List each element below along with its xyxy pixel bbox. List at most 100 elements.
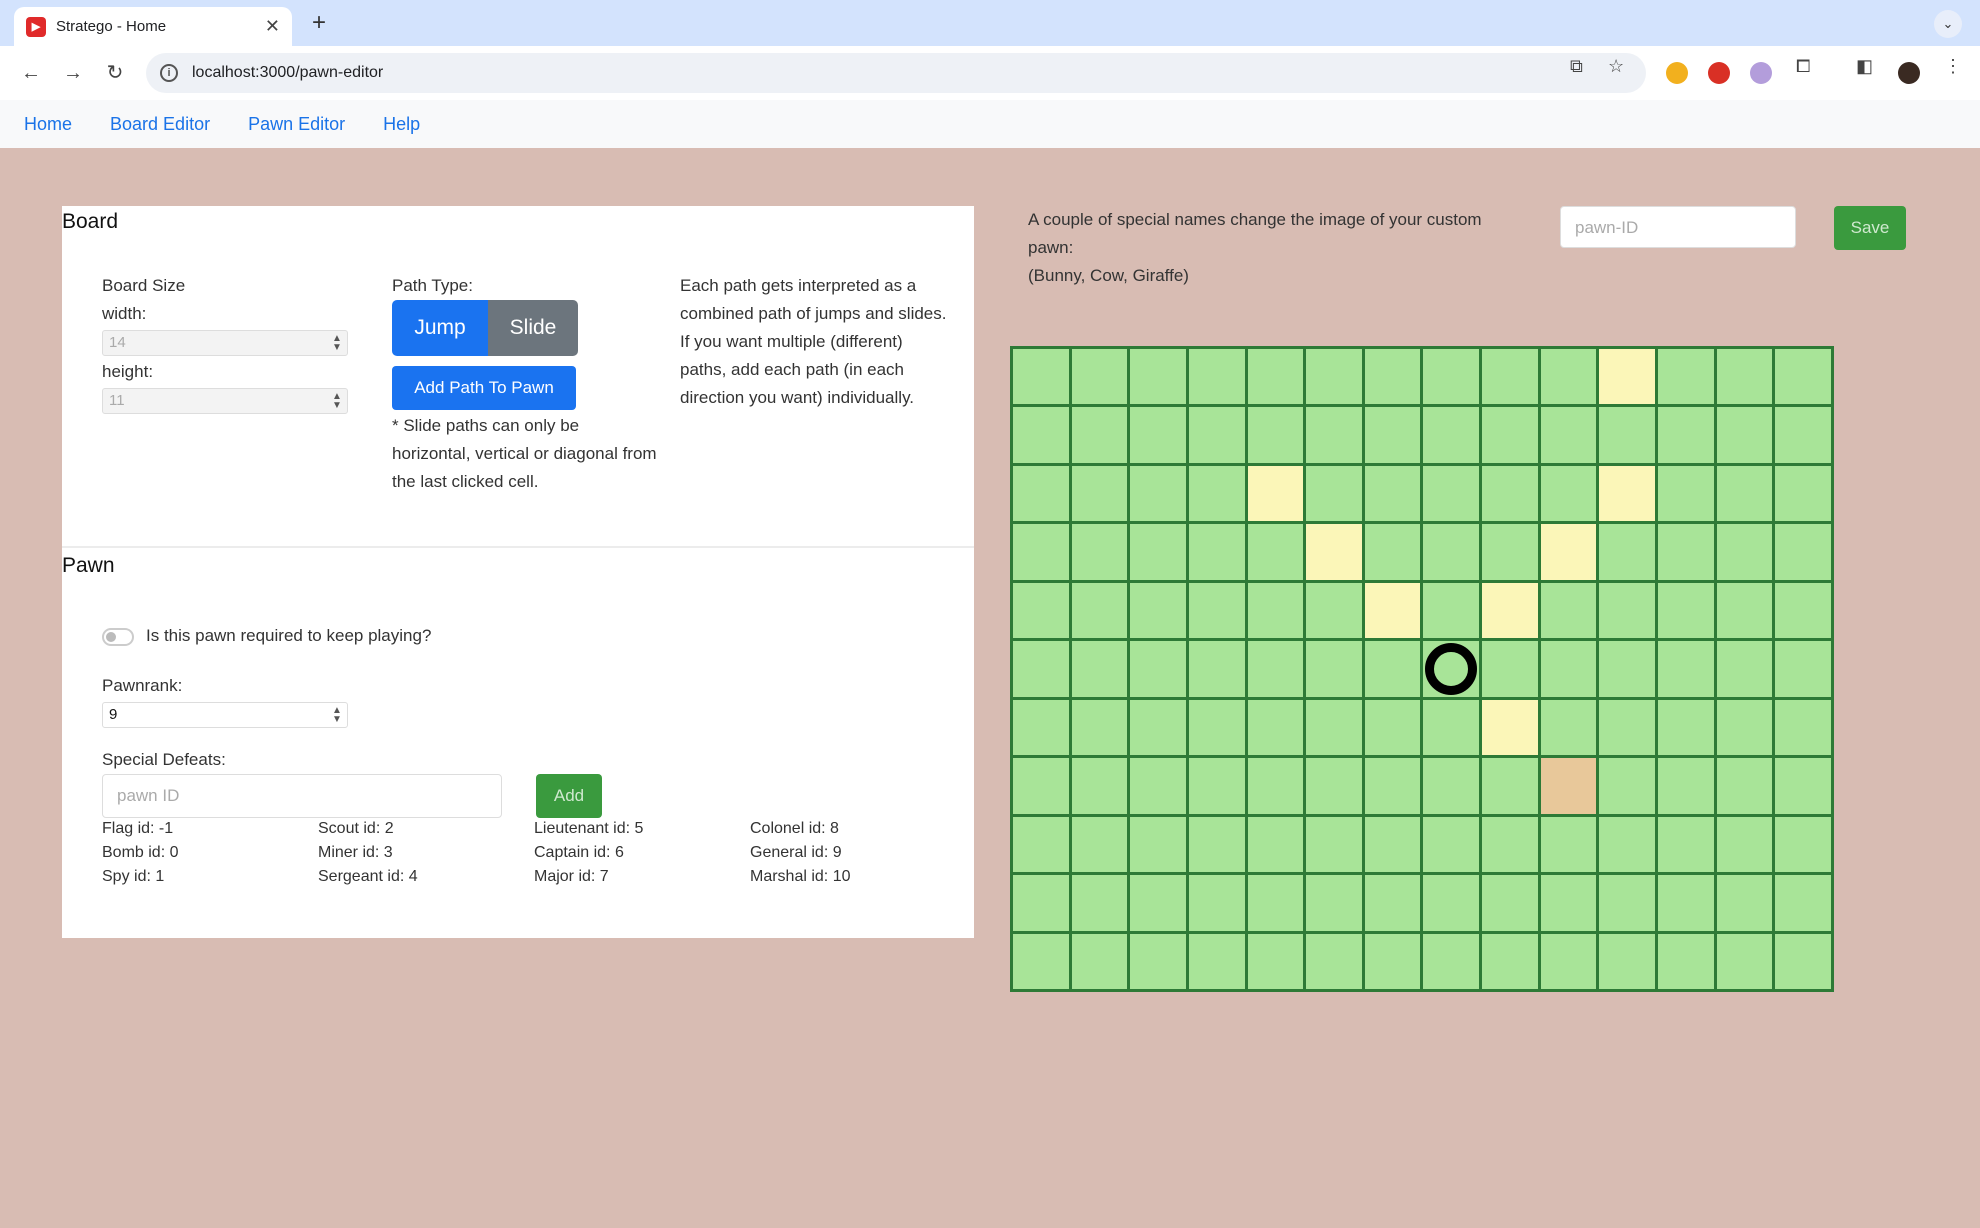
grid-cell[interactable] xyxy=(1188,933,1245,989)
grid-cell[interactable] xyxy=(1071,875,1128,931)
grid-cell[interactable] xyxy=(1247,582,1304,639)
extension-pencil-icon[interactable] xyxy=(1666,62,1688,84)
grid-cell[interactable] xyxy=(1247,407,1304,463)
add-path-button[interactable]: Add Path To Pawn xyxy=(392,366,576,410)
grid-cell[interactable] xyxy=(1599,524,1656,580)
grid-cell[interactable] xyxy=(1130,933,1186,989)
grid-cell[interactable] xyxy=(1188,875,1245,931)
grid-cell[interactable] xyxy=(1188,524,1245,580)
grid-cell-path[interactable] xyxy=(1482,582,1538,639)
grid-cell[interactable] xyxy=(1247,524,1304,580)
grid-cell[interactable] xyxy=(1364,933,1421,989)
browser-tab[interactable]: ▶ Stratego - Home ✕ xyxy=(14,7,292,46)
grid-cell[interactable] xyxy=(1130,465,1186,522)
grid-cell[interactable] xyxy=(1658,407,1714,463)
grid-cell[interactable] xyxy=(1071,465,1128,522)
grid-cell[interactable] xyxy=(1013,582,1069,639)
grid-cell[interactable] xyxy=(1423,933,1480,989)
width-spinner-icon[interactable]: ▲ ▼ xyxy=(331,334,343,353)
grid-cell[interactable] xyxy=(1775,816,1831,873)
grid-cell[interactable] xyxy=(1130,816,1186,873)
bookmark-star-icon[interactable]: ☆ xyxy=(1608,56,1624,77)
grid-cell[interactable] xyxy=(1188,641,1245,697)
grid-cell[interactable] xyxy=(1599,582,1656,639)
grid-cell[interactable] xyxy=(1716,582,1773,639)
grid-cell[interactable] xyxy=(1364,875,1421,931)
grid-cell[interactable] xyxy=(1364,465,1421,522)
grid-cell[interactable] xyxy=(1130,524,1186,580)
grid-cell[interactable] xyxy=(1540,641,1597,697)
grid-cell[interactable] xyxy=(1716,875,1773,931)
height-input[interactable]: 11 ▲ ▼ xyxy=(102,388,348,414)
grid-cell[interactable] xyxy=(1599,875,1656,931)
grid-cell[interactable] xyxy=(1482,407,1538,463)
grid-cell[interactable] xyxy=(1775,349,1831,405)
grid-cell[interactable] xyxy=(1540,699,1597,756)
grid-cell[interactable] xyxy=(1716,933,1773,989)
grid-cell[interactable] xyxy=(1247,641,1304,697)
grid-cell-path[interactable] xyxy=(1599,465,1656,522)
grid-cell[interactable] xyxy=(1306,875,1362,931)
grid-cell[interactable] xyxy=(1716,641,1773,697)
address-bar[interactable]: i localhost:3000/pawn-editor xyxy=(146,53,1646,93)
grid-cell[interactable] xyxy=(1013,465,1069,522)
grid-cell[interactable] xyxy=(1423,875,1480,931)
grid-cell[interactable] xyxy=(1716,699,1773,756)
width-input[interactable]: 14 ▲ ▼ xyxy=(102,330,348,356)
required-toggle[interactable] xyxy=(102,628,134,646)
grid-cell[interactable] xyxy=(1482,465,1538,522)
grid-cell[interactable] xyxy=(1540,875,1597,931)
grid-cell[interactable] xyxy=(1423,407,1480,463)
grid-cell[interactable] xyxy=(1716,758,1773,814)
grid-cell[interactable] xyxy=(1013,758,1069,814)
grid-cell[interactable] xyxy=(1540,582,1597,639)
grid-cell[interactable] xyxy=(1188,758,1245,814)
grid-cell[interactable] xyxy=(1658,524,1714,580)
grid-cell[interactable] xyxy=(1247,875,1304,931)
grid-cell[interactable] xyxy=(1306,407,1362,463)
grid-cell[interactable] xyxy=(1658,699,1714,756)
extension-purple-icon[interactable] xyxy=(1750,62,1772,84)
save-button[interactable]: Save xyxy=(1834,206,1906,250)
grid-cell[interactable] xyxy=(1188,349,1245,405)
pawnrank-input[interactable]: 9 ▲ ▼ xyxy=(102,702,348,728)
close-tab-icon[interactable]: ✕ xyxy=(265,16,280,37)
grid-cell[interactable] xyxy=(1658,465,1714,522)
grid-cell-selected[interactable] xyxy=(1540,758,1597,814)
grid-cell[interactable] xyxy=(1247,758,1304,814)
grid-cell[interactable] xyxy=(1306,758,1362,814)
grid-cell[interactable] xyxy=(1013,875,1069,931)
grid-cell[interactable] xyxy=(1306,582,1362,639)
grid-cell-path[interactable] xyxy=(1364,582,1421,639)
grid-cell[interactable] xyxy=(1423,524,1480,580)
forward-arrow-icon[interactable]: → xyxy=(58,58,88,88)
pawnrank-spinner-icon[interactable]: ▲ ▼ xyxy=(331,706,343,725)
grid-cell[interactable] xyxy=(1306,816,1362,873)
grid-cell[interactable] xyxy=(1775,758,1831,814)
reload-icon[interactable]: ↻ xyxy=(100,58,130,88)
grid-cell[interactable] xyxy=(1540,816,1597,873)
nav-link-help[interactable]: Help xyxy=(383,114,420,135)
slide-button[interactable]: Slide xyxy=(488,300,578,356)
grid-cell[interactable] xyxy=(1599,816,1656,873)
grid-cell[interactable] xyxy=(1423,758,1480,814)
grid-cell[interactable] xyxy=(1364,349,1421,405)
grid-cell[interactable] xyxy=(1775,407,1831,463)
grid-cell[interactable] xyxy=(1423,641,1480,697)
grid-cell[interactable] xyxy=(1071,524,1128,580)
grid-cell[interactable] xyxy=(1071,758,1128,814)
grid-cell-path[interactable] xyxy=(1482,699,1538,756)
new-tab-button[interactable]: + xyxy=(304,8,334,38)
grid-cell[interactable] xyxy=(1247,699,1304,756)
grid-cell[interactable] xyxy=(1306,933,1362,989)
extension-red-icon[interactable] xyxy=(1708,62,1730,84)
grid-cell[interactable] xyxy=(1482,524,1538,580)
grid-cell[interactable] xyxy=(1013,407,1069,463)
grid-cell[interactable] xyxy=(1247,349,1304,405)
grid-cell[interactable] xyxy=(1775,699,1831,756)
grid-cell[interactable] xyxy=(1364,641,1421,697)
pawn-id-input[interactable]: pawn-ID xyxy=(1560,206,1796,248)
grid-cell[interactable] xyxy=(1130,699,1186,756)
add-defeat-button[interactable]: Add xyxy=(536,774,602,818)
grid-cell-path[interactable] xyxy=(1247,465,1304,522)
